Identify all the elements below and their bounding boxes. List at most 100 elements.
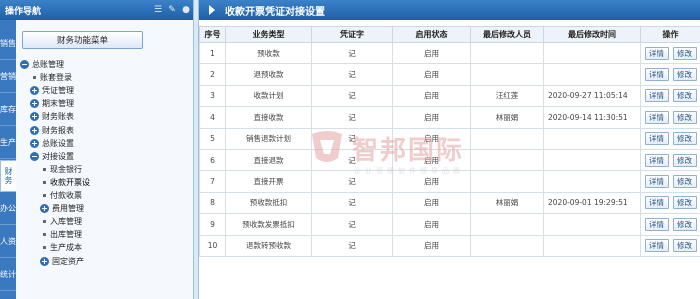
cell-time <box>543 41 641 65</box>
cell-actions: 详情 修改 <box>640 213 700 236</box>
module-tab[interactable]: 销售 <box>0 28 16 60</box>
cell-type: 销售退款计划 <box>225 127 312 150</box>
edit-button[interactable]: 修改 <box>672 110 697 124</box>
detail-button[interactable]: 详情 <box>644 196 669 210</box>
tree-item[interactable]: 总账管理 <box>20 58 64 71</box>
tree-item-label: 出库管理 <box>50 230 82 240</box>
cell-status: 启用 <box>392 148 471 172</box>
tree-item-label: 财务报表 <box>42 125 74 135</box>
cell-modifier: 林丽娟 <box>470 191 544 215</box>
row-actions: 详情 修改 <box>642 175 700 189</box>
edit-button[interactable]: 修改 <box>672 217 697 231</box>
cell-actions: 详情 修改 <box>640 127 700 150</box>
finance-menu-button[interactable]: 财务功能菜单 <box>22 31 143 49</box>
cell-type: 直接退款 <box>225 148 312 172</box>
column-header: 业务类型 <box>225 26 312 43</box>
edit-button[interactable]: 修改 <box>672 89 697 103</box>
tree-item-label: 总账设置 <box>42 138 74 148</box>
module-tab[interactable]: 财务 <box>0 160 16 192</box>
left-navigation: 操作导航 ☰ ✎ ● 销售 营销 库存 生产 财务 办公 人资 统计 财务功能菜单 总账管理账… <box>0 0 194 299</box>
cell-time <box>543 213 641 236</box>
tree-item[interactable]: 凭证管理 <box>30 84 74 97</box>
tree-item-label: 对接设置 <box>42 151 74 161</box>
tree-item[interactable]: 财务报表 <box>30 124 74 137</box>
cell-type: 预收款抵扣 <box>225 191 312 215</box>
edit-button[interactable]: 修改 <box>672 68 697 82</box>
tree-item-label: 财务账表 <box>42 112 74 122</box>
detail-button[interactable]: 详情 <box>644 89 669 103</box>
cell-type: 预收款发票抵扣 <box>225 213 312 236</box>
tree-item-label: 现金银行 <box>50 164 82 174</box>
edit-button[interactable]: 修改 <box>672 132 697 146</box>
user-icon[interactable]: ● <box>179 5 193 15</box>
detail-button[interactable]: 详情 <box>644 239 669 253</box>
tree-item[interactable]: 生产成本 <box>40 241 82 254</box>
tree-item[interactable]: 期末管理 <box>30 97 74 110</box>
main-panel: 收款开票凭证对接设置 序号 业务类型 凭证字 启用状态 最后修改人员 最后修改时间 操作 1… <box>199 0 700 299</box>
detail-button[interactable]: 详情 <box>644 46 669 60</box>
module-tab[interactable]: 库存 <box>0 94 16 126</box>
detail-button[interactable]: 详情 <box>644 110 669 124</box>
column-header: 凭证字 <box>311 26 393 43</box>
module-tab[interactable]: 办公 <box>0 193 16 225</box>
module-tab[interactable]: 人资 <box>0 226 16 258</box>
tree-item[interactable]: 对接设置 <box>30 150 74 163</box>
cell-type: 直接收款 <box>225 106 312 129</box>
cell-status: 启用 <box>392 127 471 150</box>
detail-button[interactable]: 详情 <box>644 68 669 82</box>
tree-item-label: 收款开票设 <box>50 177 90 187</box>
tree-item[interactable]: 付款收票 <box>40 189 82 202</box>
cell-status: 启用 <box>392 41 471 65</box>
tree-item-label: 账套登录 <box>40 73 72 83</box>
detail-button[interactable]: 详情 <box>644 132 669 146</box>
module-tab[interactable]: 生产 <box>0 127 16 159</box>
table-row: 2 退预收款记启用 详情 修改 <box>199 63 700 86</box>
tree-item[interactable]: 财务账表 <box>30 110 74 123</box>
tree-item[interactable]: 收款开票设 <box>40 176 90 189</box>
app-window: 操作导航 ☰ ✎ ● 销售 营销 库存 生产 财务 办公 人资 统计 财务功能菜单 总账管理账… <box>0 0 700 299</box>
cell-actions: 详情 修改 <box>640 148 700 172</box>
module-tab[interactable]: 统计 <box>0 259 16 291</box>
cell-no: 5 <box>199 127 226 150</box>
cell-no: 7 <box>199 170 226 193</box>
edit-button[interactable]: 修改 <box>672 175 697 189</box>
detail-button[interactable]: 详情 <box>644 153 669 167</box>
tree-item-label: 费用管理 <box>52 204 84 214</box>
tree-item[interactable]: 固定资产 <box>40 255 84 268</box>
tree-item[interactable]: 费用管理 <box>40 202 84 215</box>
expand-icon <box>30 86 39 96</box>
edit-button[interactable]: 修改 <box>672 46 697 60</box>
cell-modifier <box>470 170 544 193</box>
bullet-icon <box>43 233 46 237</box>
cell-no: 9 <box>199 213 226 236</box>
edit-button[interactable]: 修改 <box>672 239 697 253</box>
expand-icon <box>30 125 39 135</box>
row-actions: 详情 修改 <box>642 46 700 60</box>
list-icon[interactable]: ☰ <box>151 5 165 15</box>
cell-actions: 详情 修改 <box>640 191 700 215</box>
edit-button[interactable]: 修改 <box>672 196 697 210</box>
tree-item[interactable]: 入库管理 <box>40 215 82 228</box>
cell-time: 2020-09-27 11:05:14 <box>543 84 641 108</box>
tree-item-label: 总账管理 <box>32 60 64 69</box>
cell-status: 启用 <box>392 106 471 129</box>
nav-title: 操作导航 <box>5 6 42 17</box>
cell-no: 6 <box>199 148 226 172</box>
cell-time <box>543 170 641 193</box>
pin-icon[interactable]: ✎ <box>165 5 179 15</box>
table-row: 1 预收款记启用 详情 修改 <box>199 41 700 65</box>
tree-item[interactable]: 账套登录 <box>30 71 72 84</box>
edit-button[interactable]: 修改 <box>672 153 697 167</box>
detail-button[interactable]: 详情 <box>644 175 669 189</box>
cell-no: 10 <box>199 234 226 257</box>
cell-time <box>543 234 641 257</box>
row-actions: 详情 修改 <box>642 196 700 210</box>
cell-voucher: 记 <box>311 63 393 86</box>
tree-item[interactable]: 现金银行 <box>40 163 82 176</box>
cell-actions: 详情 修改 <box>640 106 700 129</box>
tree-item[interactable]: 出库管理 <box>40 228 82 241</box>
cell-no: 1 <box>199 41 226 65</box>
module-tab[interactable]: 营销 <box>0 61 16 93</box>
detail-button[interactable]: 详情 <box>644 217 669 231</box>
tree-item[interactable]: 总账设置 <box>30 137 74 150</box>
